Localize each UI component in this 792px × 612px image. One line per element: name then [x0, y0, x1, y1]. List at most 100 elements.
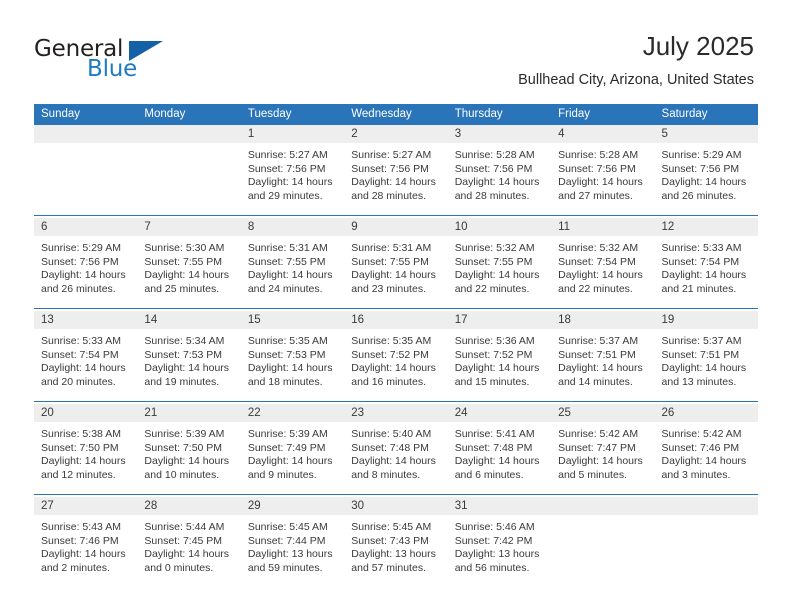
day-number: 30 [344, 497, 448, 515]
day-number: 25 [551, 404, 655, 422]
daylight-text: Daylight: 14 hours and 26 minutes. [41, 269, 126, 295]
brand-logo[interactable]: General Blue [34, 36, 254, 92]
sunrise-text: Sunrise: 5:30 AM [144, 242, 225, 254]
sunrise-text: Sunrise: 5:27 AM [351, 149, 432, 161]
daylight-text: Daylight: 14 hours and 14 minutes. [558, 362, 643, 388]
sunset-text: Sunset: 7:48 PM [351, 441, 429, 454]
sunrise-text: Sunrise: 5:32 AM [454, 242, 535, 254]
day-number: 10 [447, 218, 552, 236]
day-cell[interactable]: 7 Sunrise: 5:30 AM Sunset: 7:55 PM Daylight… [137, 218, 241, 309]
day-cell[interactable]: 10 Sunrise: 5:32 AM Sunset: 7:55 PM Dayligh… [447, 218, 552, 309]
sunset-text: Sunset: 7:47 PM [558, 441, 636, 454]
day-cell[interactable]: 12 Sunrise: 5:33 AM Sunset: 7:54 PM Dayligh… [654, 218, 758, 309]
sunrise-text: Sunrise: 5:40 AM [351, 428, 432, 440]
week-row: 1 Sunrise: 5:27 AM Sunset: 7:56 PM Daylight… [34, 125, 758, 216]
day-cell[interactable]: 9 Sunrise: 5:31 AM Sunset: 7:55 PM Daylight… [344, 218, 448, 309]
daylight-text: Daylight: 14 hours and 3 minutes. [661, 455, 747, 481]
day-number: 6 [34, 218, 138, 236]
sunset-text: Sunset: 7:55 PM [351, 255, 429, 268]
day-number: 18 [551, 311, 655, 329]
day-cell[interactable]: 14 Sunrise: 5:34 AM Sunset: 7:53 PM Dayligh… [137, 311, 241, 402]
day-cell[interactable]: 31 Sunrise: 5:46 AM Sunset: 7:42 PM Dayligh… [447, 497, 552, 587]
day-cell[interactable]: 30 Sunrise: 5:45 AM Sunset: 7:43 PM Dayligh… [344, 497, 448, 587]
sunset-text: Sunset: 7:53 PM [144, 348, 223, 361]
day-cell[interactable] [654, 497, 758, 587]
weekday-header-tuesday: Tuesday [240, 104, 345, 125]
daylight-text: Daylight: 14 hours and 8 minutes. [351, 455, 436, 481]
sunset-text: Sunset: 7:54 PM [661, 255, 740, 268]
day-cell[interactable]: 4 Sunrise: 5:28 AM Sunset: 7:56 PM Daylight… [551, 125, 655, 216]
day-cell[interactable]: 22 Sunrise: 5:39 AM Sunset: 7:49 PM Dayligh… [240, 404, 345, 495]
day-cell[interactable]: 24 Sunrise: 5:41 AM Sunset: 7:48 PM Dayligh… [447, 404, 552, 495]
day-cell[interactable]: 27 Sunrise: 5:43 AM Sunset: 7:46 PM Dayligh… [34, 497, 138, 587]
sunrise-text: Sunrise: 5:28 AM [454, 149, 535, 161]
sunrise-text: Sunrise: 5:37 AM [558, 335, 639, 347]
daylight-text: Daylight: 14 hours and 21 minutes. [661, 269, 747, 295]
day-number: 28 [137, 497, 241, 515]
sunset-text: Sunset: 7:56 PM [454, 162, 533, 175]
day-cell[interactable]: 26 Sunrise: 5:42 AM Sunset: 7:46 PM Dayligh… [654, 404, 758, 495]
day-cell[interactable] [551, 497, 655, 587]
sunset-text: Sunset: 7:51 PM [558, 348, 636, 361]
sunset-text: Sunset: 7:48 PM [454, 441, 533, 454]
daylight-text: Daylight: 14 hours and 6 minutes. [454, 455, 540, 481]
day-number [34, 125, 138, 143]
sunrise-text: Sunrise: 5:29 AM [661, 149, 742, 161]
calendar-table: Sunday Monday Tuesday Wednesday Thursday… [34, 104, 758, 587]
day-cell[interactable]: 13 Sunrise: 5:33 AM Sunset: 7:54 PM Dayligh… [34, 311, 138, 402]
sunset-text: Sunset: 7:55 PM [454, 255, 533, 268]
title-block: July 2025 Bullhead City, Arizona, United… [518, 30, 754, 89]
day-cell[interactable] [34, 125, 138, 216]
week-row: 20 Sunrise: 5:38 AM Sunset: 7:50 PM Dayligh… [34, 404, 758, 495]
day-number: 27 [34, 497, 138, 515]
daylight-text: Daylight: 14 hours and 25 minutes. [144, 269, 230, 295]
day-cell[interactable]: 23 Sunrise: 5:40 AM Sunset: 7:48 PM Dayligh… [344, 404, 448, 495]
sunset-text: Sunset: 7:45 PM [144, 534, 223, 547]
daylight-text: Daylight: 13 hours and 57 minutes. [351, 548, 436, 574]
daylight-text: Daylight: 14 hours and 26 minutes. [661, 176, 747, 202]
week-row: 6 Sunrise: 5:29 AM Sunset: 7:56 PM Daylight… [34, 218, 758, 309]
daylight-text: Daylight: 14 hours and 28 minutes. [351, 176, 436, 202]
calendar-body: 1 Sunrise: 5:27 AM Sunset: 7:56 PM Daylight… [34, 125, 758, 587]
sunset-text: Sunset: 7:55 PM [144, 255, 223, 268]
location-subtitle: Bullhead City, Arizona, United States [518, 72, 754, 88]
day-cell[interactable]: 5 Sunrise: 5:29 AM Sunset: 7:56 PM Daylight… [654, 125, 758, 216]
day-cell[interactable]: 16 Sunrise: 5:35 AM Sunset: 7:52 PM Dayligh… [344, 311, 448, 402]
sunset-text: Sunset: 7:50 PM [144, 441, 223, 454]
day-cell[interactable]: 20 Sunrise: 5:38 AM Sunset: 7:50 PM Dayligh… [34, 404, 138, 495]
sunrise-text: Sunrise: 5:44 AM [144, 521, 225, 533]
day-cell[interactable]: 6 Sunrise: 5:29 AM Sunset: 7:56 PM Daylight… [34, 218, 138, 309]
day-number: 3 [447, 125, 552, 143]
day-cell[interactable]: 11 Sunrise: 5:32 AM Sunset: 7:54 PM Dayligh… [551, 218, 655, 309]
daylight-text: Daylight: 14 hours and 22 minutes. [454, 269, 540, 295]
day-cell[interactable]: 8 Sunrise: 5:31 AM Sunset: 7:55 PM Daylight… [240, 218, 345, 309]
sunset-text: Sunset: 7:50 PM [41, 441, 119, 454]
day-cell[interactable]: 15 Sunrise: 5:35 AM Sunset: 7:53 PM Dayligh… [240, 311, 345, 402]
day-cell[interactable]: 21 Sunrise: 5:39 AM Sunset: 7:50 PM Dayligh… [137, 404, 241, 495]
day-cell[interactable] [137, 125, 241, 216]
sunrise-text: Sunrise: 5:42 AM [661, 428, 742, 440]
daylight-text: Daylight: 14 hours and 20 minutes. [41, 362, 126, 388]
day-cell[interactable]: 2 Sunrise: 5:27 AM Sunset: 7:56 PM Daylight… [344, 125, 448, 216]
page-title: July 2025 [642, 31, 754, 61]
day-cell[interactable]: 17 Sunrise: 5:36 AM Sunset: 7:52 PM Dayligh… [447, 311, 552, 402]
sunset-text: Sunset: 7:52 PM [351, 348, 429, 361]
day-cell[interactable]: 29 Sunrise: 5:45 AM Sunset: 7:44 PM Dayligh… [240, 497, 345, 587]
day-cell[interactable]: 28 Sunrise: 5:44 AM Sunset: 7:45 PM Dayligh… [137, 497, 241, 587]
day-cell[interactable]: 19 Sunrise: 5:37 AM Sunset: 7:51 PM Dayligh… [654, 311, 758, 402]
weekday-header-thursday: Thursday [447, 104, 552, 125]
day-cell[interactable]: 1 Sunrise: 5:27 AM Sunset: 7:56 PM Daylight… [240, 125, 345, 216]
day-cell[interactable]: 18 Sunrise: 5:37 AM Sunset: 7:51 PM Dayligh… [551, 311, 655, 402]
daylight-text: Daylight: 14 hours and 9 minutes. [247, 455, 333, 481]
day-number: 8 [240, 218, 345, 236]
sunrise-text: Sunrise: 5:33 AM [41, 335, 121, 347]
sunrise-text: Sunrise: 5:37 AM [661, 335, 742, 347]
weekday-header-row: Sunday Monday Tuesday Wednesday Thursday… [34, 104, 758, 125]
daylight-text: Daylight: 14 hours and 16 minutes. [351, 362, 436, 388]
day-number: 14 [137, 311, 241, 329]
sunrise-text: Sunrise: 5:43 AM [41, 521, 121, 533]
sunrise-text: Sunrise: 5:36 AM [454, 335, 535, 347]
day-cell[interactable]: 3 Sunrise: 5:28 AM Sunset: 7:56 PM Daylight… [447, 125, 552, 216]
sunrise-text: Sunrise: 5:42 AM [558, 428, 639, 440]
day-cell[interactable]: 25 Sunrise: 5:42 AM Sunset: 7:47 PM Dayligh… [551, 404, 655, 495]
